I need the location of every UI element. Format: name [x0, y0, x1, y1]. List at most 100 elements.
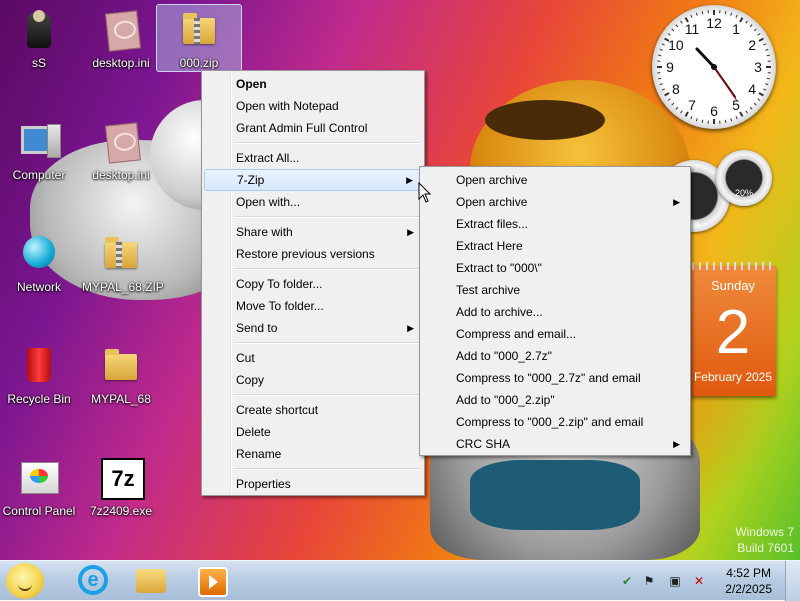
zipper-icon: [116, 242, 122, 268]
desktop-icon-mypal-folder[interactable]: MYPAL_68: [82, 344, 160, 406]
desktop-icon-computer[interactable]: Computer: [0, 120, 78, 182]
clock-tick: [754, 29, 756, 31]
desktop-icon-7z2409-exe[interactable]: 7z 7z2409.exe: [82, 456, 160, 518]
clock-tick: [672, 103, 674, 105]
internet-explorer-icon[interactable]: e: [78, 565, 108, 595]
volume-muted-icon[interactable]: ✕: [692, 574, 706, 588]
clock-tick: [668, 99, 670, 101]
clock-tick: [765, 49, 768, 50]
menu-item-grant-admin[interactable]: Grant Admin Full Control: [204, 117, 422, 139]
clock-numeral: 5: [728, 97, 744, 113]
menu-separator: [234, 342, 420, 344]
menu-item-copy[interactable]: Copy: [204, 369, 422, 391]
desktop-icon-label: MYPAL_68: [82, 392, 160, 406]
watermark-line-1: Windows 7: [735, 524, 794, 540]
desktop-icon-label: Network: [0, 280, 78, 294]
menu-item-label: Send to: [236, 321, 277, 335]
show-desktop-button[interactable]: [785, 561, 800, 601]
desktop-icon-ss[interactable]: sS: [0, 8, 78, 70]
desktop-icon-desktop-ini[interactable]: desktop.ini: [82, 8, 160, 70]
submenu-item-extract-to[interactable]: Extract to "000\": [424, 257, 688, 279]
desktop-icon-network[interactable]: Network: [0, 232, 78, 294]
clock-tick: [660, 84, 663, 85]
menu-item-extract-all[interactable]: Extract All...: [204, 147, 422, 169]
menu-item-cut[interactable]: Cut: [204, 347, 422, 369]
clock-tick: [736, 15, 737, 18]
network-icon[interactable]: ▣: [668, 574, 682, 588]
taskbar: e ✔ ⚑ ▣ ✕ 4:52 PM 2/2/2025: [0, 560, 800, 600]
submenu-item-add-to-zip[interactable]: Add to "000_2.zip": [424, 389, 688, 411]
menu-item-create-shortcut[interactable]: Create shortcut: [204, 399, 422, 421]
menu-item-rename[interactable]: Rename: [204, 443, 422, 465]
menu-item-delete[interactable]: Delete: [204, 421, 422, 443]
clock-tick: [660, 49, 663, 50]
windows-explorer-icon[interactable]: [136, 569, 166, 593]
menu-item-label: Open archive: [456, 195, 527, 209]
menu-item-move-to-folder[interactable]: Move To folder...: [204, 295, 422, 317]
desktop-icon-mypal-zip[interactable]: MYPAL_68.ZIP: [82, 232, 160, 294]
clock-tick: [672, 29, 674, 31]
clock-numeral: 9: [662, 59, 678, 75]
menu-item-open-with-notepad[interactable]: Open with Notepad: [204, 95, 422, 117]
menu-item-share-with[interactable]: Share with ▶: [204, 221, 422, 243]
clock-tick: [676, 107, 678, 109]
taskbar-date: 2/2/2025: [725, 581, 772, 597]
clock-numeral: 7: [684, 97, 700, 113]
taskbar-clock[interactable]: 4:52 PM 2/2/2025: [725, 565, 772, 597]
clock-tick: [696, 118, 697, 121]
submenu-item-add-to-7z[interactable]: Add to "000_2.7z": [424, 345, 688, 367]
memory-meter-gadget[interactable]: 20%: [716, 150, 772, 206]
clock-gadget[interactable]: 121234567891011: [652, 5, 776, 129]
menu-item-label: CRC SHA: [456, 437, 510, 451]
desktop-icon-label: 7z2409.exe: [82, 504, 160, 518]
clock-tick: [767, 78, 770, 79]
clock-tick: [725, 120, 726, 123]
clock-tick: [765, 84, 768, 85]
submenu-item-open-archive[interactable]: Open archive: [424, 169, 688, 191]
action-center-icon[interactable]: ✔: [620, 574, 634, 588]
clock-numeral: 4: [744, 81, 760, 97]
context-menu[interactable]: Open Open with Notepad Grant Admin Full …: [201, 70, 425, 496]
clock-numeral: 6: [706, 103, 722, 119]
desktop-icon-recycle-bin[interactable]: Recycle Bin: [0, 344, 78, 406]
menu-item-restore-previous[interactable]: Restore previous versions: [204, 243, 422, 265]
media-player-icon[interactable]: [198, 567, 228, 597]
submenu-item-test-archive[interactable]: Test archive: [424, 279, 688, 301]
menu-item-open-with[interactable]: Open with...: [204, 191, 422, 213]
windows-build-watermark: Windows 7 Build 7601: [735, 524, 794, 556]
clock-tick: [702, 11, 703, 14]
clock-tick: [750, 25, 752, 27]
clock-tick: [668, 33, 670, 35]
submenu-item-crc-sha[interactable]: CRC SHA ▶: [424, 433, 688, 455]
submenu-item-extract-here[interactable]: Extract Here: [424, 235, 688, 257]
submenu-7zip[interactable]: Open archive Open archive ▶ Extract file…: [419, 166, 691, 456]
menu-item-open[interactable]: Open: [204, 73, 422, 95]
desktop-icon-000-zip[interactable]: 000.zip: [160, 8, 238, 70]
submenu-item-compress-7z-email[interactable]: Compress to "000_2.7z" and email: [424, 367, 688, 389]
submenu-item-open-archive-more[interactable]: Open archive ▶: [424, 191, 688, 213]
submenu-arrow-icon: ▶: [673, 191, 680, 213]
user-folder-icon: [27, 12, 51, 48]
submenu-item-compress-zip-email[interactable]: Compress to "000_2.zip" and email: [424, 411, 688, 433]
submenu-item-add-to-archive[interactable]: Add to archive...: [424, 301, 688, 323]
flag-icon[interactable]: ⚑: [642, 574, 656, 588]
desktop-icon-desktop-ini-2[interactable]: desktop.ini: [82, 120, 160, 182]
desktop[interactable]: sS desktop.ini 000.zip Computer desktop.…: [0, 0, 800, 560]
clock-numeral: 11: [684, 21, 700, 37]
submenu-item-compress-and-email[interactable]: Compress and email...: [424, 323, 688, 345]
clock-numeral: 3: [750, 59, 766, 75]
menu-item-7zip[interactable]: 7-Zip ▶: [204, 169, 422, 191]
clock-tick: [725, 11, 726, 14]
clock-tick: [731, 13, 732, 16]
menu-item-copy-to-folder[interactable]: Copy To folder...: [204, 273, 422, 295]
desktop-icon-control-panel[interactable]: Control Panel: [0, 456, 78, 518]
clock-numeral: 2: [744, 37, 760, 53]
menu-separator: [234, 216, 420, 218]
desktop-icon-label: MYPAL_68.ZIP: [82, 280, 160, 294]
submenu-item-extract-files[interactable]: Extract files...: [424, 213, 688, 235]
desktop-icon-label: Recycle Bin: [0, 392, 78, 406]
menu-item-properties[interactable]: Properties: [204, 473, 422, 495]
start-button[interactable]: [6, 563, 44, 599]
calendar-gadget[interactable]: Sunday 2 February 2025: [690, 266, 776, 396]
menu-item-send-to[interactable]: Send to ▶: [204, 317, 422, 339]
